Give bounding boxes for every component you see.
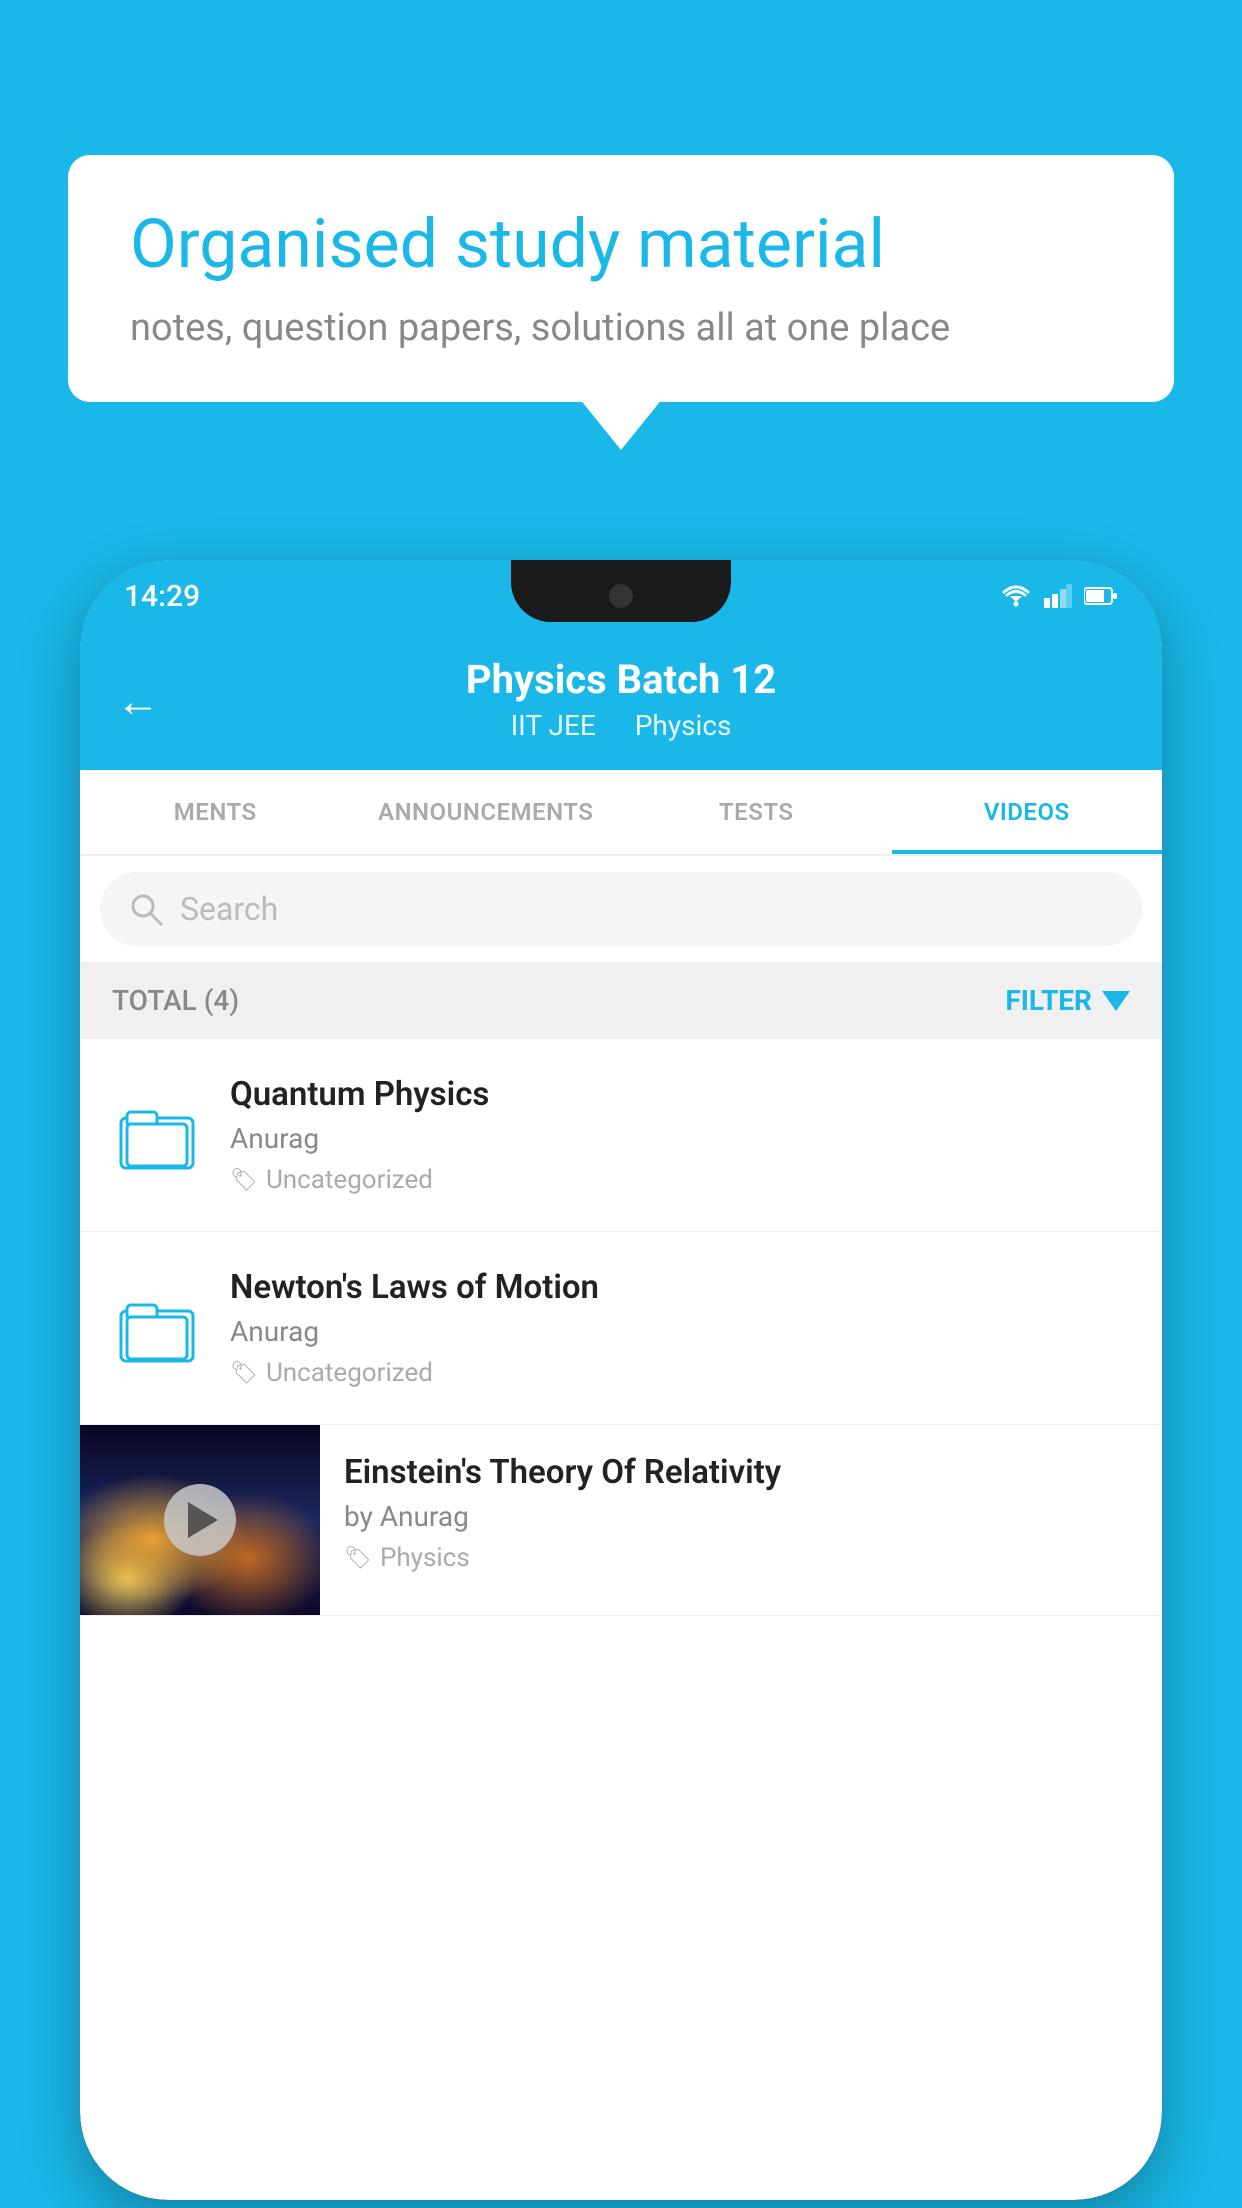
item-title: Quantum Physics <box>230 1075 1130 1114</box>
speech-bubble-subtitle: notes, question papers, solutions all at… <box>130 306 1112 350</box>
search-container: Search <box>80 856 1162 962</box>
back-button[interactable]: ← <box>116 675 160 727</box>
status-time: 14:29 <box>124 579 200 614</box>
filter-button[interactable]: FILTER <box>1005 984 1130 1017</box>
folder-icon <box>119 1100 195 1170</box>
speech-bubble: Organised study material notes, question… <box>68 155 1174 402</box>
app-header: ← Physics Batch 12 IIT JEE Physics <box>80 632 1162 770</box>
signal-icon <box>1044 584 1072 608</box>
video-thumbnail <box>80 1425 320 1615</box>
folder-icon-wrapper <box>112 1090 202 1180</box>
video-tag: 🏷 Physics <box>344 1543 1138 1573</box>
total-label: TOTAL (4) <box>112 984 239 1017</box>
item-tag: 🏷 Uncategorized <box>230 1358 1130 1388</box>
speech-bubble-title: Organised study material <box>130 207 1112 282</box>
camera-dot <box>609 584 633 608</box>
search-input-wrapper[interactable]: Search <box>100 872 1142 946</box>
folder-icon <box>119 1293 195 1363</box>
header-title: Physics Batch 12 <box>120 656 1122 703</box>
status-bar: 14:29 <box>80 560 1162 632</box>
speech-bubble-container: Organised study material notes, question… <box>68 155 1174 402</box>
item-title: Newton's Laws of Motion <box>230 1268 1130 1307</box>
video-author: by Anurag <box>344 1500 1138 1533</box>
phone-screen: 14:29 <box>80 560 1162 2200</box>
folder-icon-wrapper <box>112 1283 202 1373</box>
header-subtitle-right: Physics <box>635 709 732 742</box>
list-item[interactable]: Quantum Physics Anurag 🏷 Uncategorized <box>80 1039 1162 1232</box>
item-info: Quantum Physics Anurag 🏷 Uncategorized <box>230 1075 1130 1195</box>
tag-icon: 🏷 <box>230 1168 258 1193</box>
content-list: Quantum Physics Anurag 🏷 Uncategorized <box>80 1039 1162 1616</box>
play-triangle-icon <box>188 1502 218 1538</box>
status-icons <box>1000 584 1118 608</box>
item-author: Anurag <box>230 1315 1130 1348</box>
item-tag: 🏷 Uncategorized <box>230 1165 1130 1195</box>
tabs-bar: MENTS ANNOUNCEMENTS TESTS VIDEOS <box>80 770 1162 856</box>
filter-label: FILTER <box>1005 984 1092 1017</box>
phone-frame: 14:29 <box>80 560 1162 2200</box>
tab-ments[interactable]: MENTS <box>80 770 351 854</box>
tag-label: Uncategorized <box>266 1358 433 1388</box>
wifi-icon <box>1000 584 1032 608</box>
tag-label: Uncategorized <box>266 1165 433 1195</box>
play-button[interactable] <box>164 1484 236 1556</box>
tag-label: Physics <box>380 1543 470 1573</box>
video-list-item[interactable]: Einstein's Theory Of Relativity by Anura… <box>80 1425 1162 1616</box>
notch <box>511 560 731 622</box>
battery-icon <box>1084 586 1118 606</box>
item-author: Anurag <box>230 1122 1130 1155</box>
tab-videos[interactable]: VIDEOS <box>892 770 1163 854</box>
video-info: Einstein's Theory Of Relativity by Anura… <box>320 1425 1162 1601</box>
filter-icon <box>1102 991 1130 1011</box>
item-info: Newton's Laws of Motion Anurag 🏷 Uncateg… <box>230 1268 1130 1388</box>
search-placeholder: Search <box>180 890 278 928</box>
video-title: Einstein's Theory Of Relativity <box>344 1453 1138 1492</box>
filter-bar: TOTAL (4) FILTER <box>80 962 1162 1039</box>
tab-tests[interactable]: TESTS <box>621 770 892 854</box>
search-icon <box>128 891 164 927</box>
tag-icon: 🏷 <box>230 1361 258 1386</box>
tag-icon: 🏷 <box>344 1546 372 1571</box>
list-item[interactable]: Newton's Laws of Motion Anurag 🏷 Uncateg… <box>80 1232 1162 1425</box>
header-subtitle-left: IIT JEE <box>511 709 596 742</box>
header-subtitle: IIT JEE Physics <box>120 709 1122 742</box>
tab-announcements[interactable]: ANNOUNCEMENTS <box>351 770 622 854</box>
